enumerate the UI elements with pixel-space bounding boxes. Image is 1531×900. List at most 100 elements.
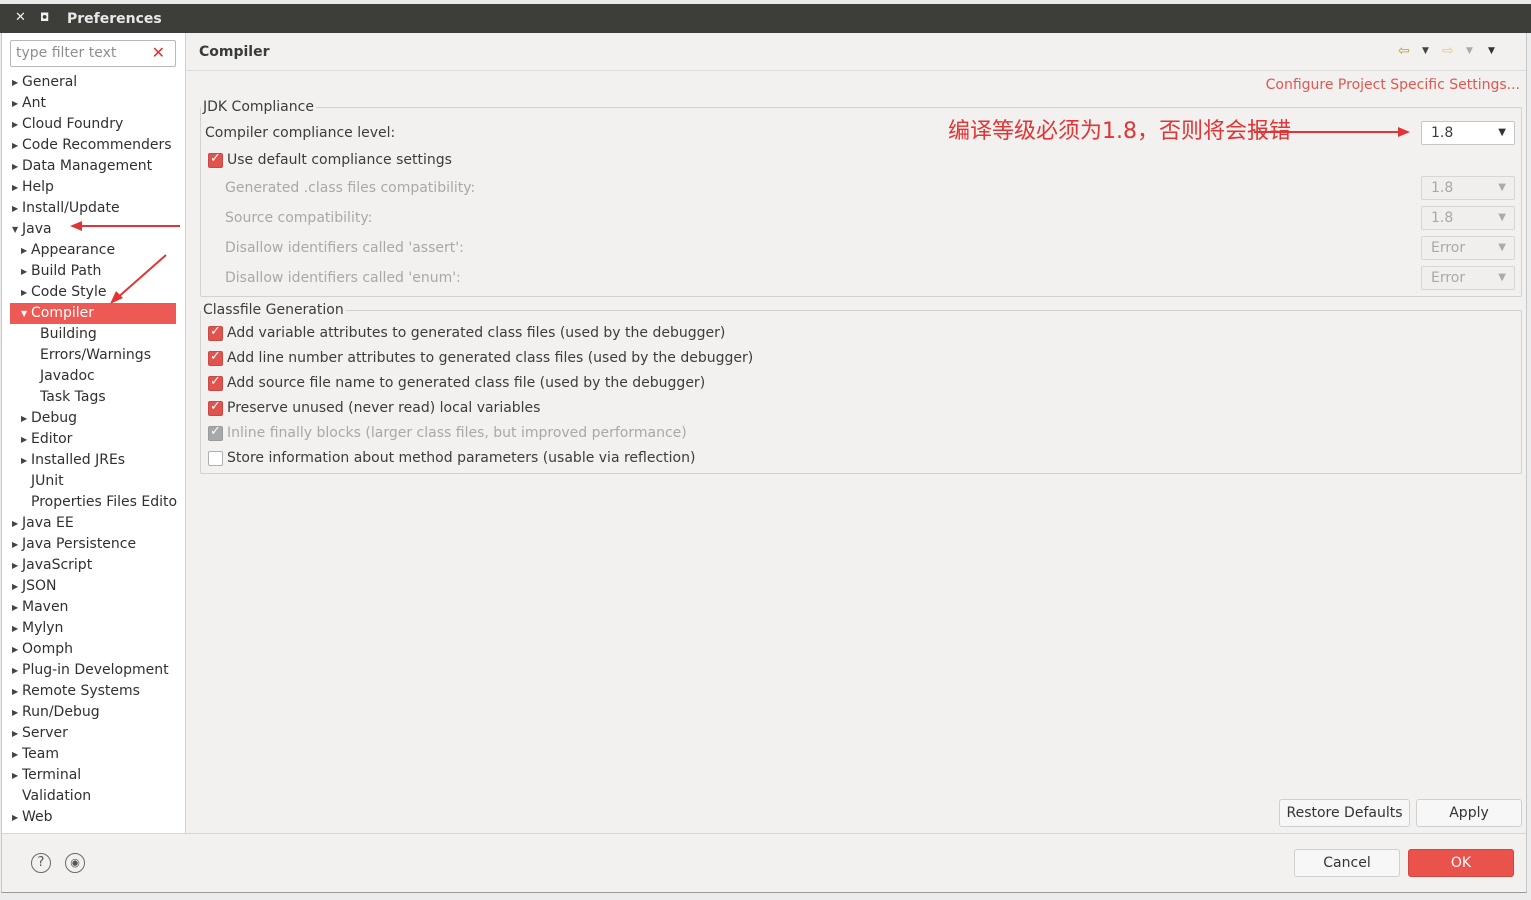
classfile-option-checkbox[interactable] bbox=[208, 424, 223, 441]
collapsed-arrow-icon[interactable]: ▶ bbox=[12, 576, 18, 597]
collapsed-arrow-icon[interactable]: ▶ bbox=[21, 450, 27, 471]
tree-item[interactable]: Javadoc bbox=[2, 366, 185, 387]
tree-item[interactable]: ▶ Oomph bbox=[2, 639, 185, 660]
collapsed-arrow-icon[interactable]: ▶ bbox=[12, 177, 18, 198]
tree-item-label: Help bbox=[22, 179, 54, 195]
tree-item-label: Build Path bbox=[31, 263, 102, 279]
back-arrow-icon[interactable]: ⇦ bbox=[1398, 43, 1410, 59]
collapsed-arrow-icon[interactable]: ▶ bbox=[12, 93, 18, 114]
tree-item[interactable]: ▶ Debug bbox=[2, 408, 185, 429]
tree-item[interactable]: JUnit bbox=[2, 471, 185, 492]
collapsed-arrow-icon[interactable]: ▶ bbox=[12, 807, 18, 828]
tree-item[interactable]: ▶ Editor bbox=[2, 429, 185, 450]
view-menu-icon[interactable]: ▼ bbox=[1488, 46, 1495, 56]
collapsed-arrow-icon[interactable]: ▶ bbox=[12, 681, 18, 702]
collapsed-arrow-icon[interactable]: ▶ bbox=[12, 765, 18, 786]
tree-item[interactable]: ▶ Maven bbox=[2, 597, 185, 618]
compliance-level-select[interactable]: 1.8 ▼ bbox=[1421, 121, 1515, 145]
maximize-window-icon[interactable]: ◘ bbox=[40, 11, 49, 24]
tree-item-label: Compiler bbox=[31, 305, 95, 321]
tree-item-label: Java EE bbox=[22, 515, 74, 531]
classfile-option-checkbox[interactable] bbox=[208, 349, 223, 366]
tree-item[interactable]: Properties Files Edito bbox=[2, 492, 185, 513]
collapsed-arrow-icon[interactable]: ▶ bbox=[21, 408, 27, 429]
collapsed-arrow-icon[interactable]: ▶ bbox=[21, 429, 27, 450]
tree-item[interactable]: ▶ Web bbox=[2, 807, 185, 828]
disallow-enum-select[interactable]: Error ▼ bbox=[1421, 266, 1515, 290]
window-title: Preferences bbox=[67, 11, 162, 27]
disallow-assert-select[interactable]: Error ▼ bbox=[1421, 236, 1515, 260]
tree-item[interactable]: ▶ Cloud Foundry bbox=[2, 114, 185, 135]
tree-item[interactable]: Task Tags bbox=[2, 387, 185, 408]
chevron-down-icon: ▼ bbox=[1498, 272, 1506, 283]
tree-item[interactable]: ▶ Help bbox=[2, 177, 185, 198]
collapsed-arrow-icon[interactable]: ▶ bbox=[12, 156, 18, 177]
generated-compat-select[interactable]: 1.8 ▼ bbox=[1421, 176, 1515, 200]
tree-item[interactable]: Validation bbox=[2, 786, 185, 807]
collapsed-arrow-icon[interactable]: ▶ bbox=[12, 597, 18, 618]
tree-item[interactable]: ▶ Run/Debug bbox=[2, 702, 185, 723]
close-window-icon[interactable]: ✕ bbox=[15, 10, 26, 25]
tree-item[interactable]: ▶ Ant bbox=[2, 93, 185, 114]
import-export-icon[interactable]: ◉ bbox=[65, 853, 85, 873]
use-default-compliance-checkbox[interactable] bbox=[208, 151, 223, 168]
tree-item[interactable]: ▶ Plug-in Development bbox=[2, 660, 185, 681]
configure-project-settings-link[interactable]: Configure Project Specific Settings... bbox=[1266, 77, 1520, 93]
collapsed-arrow-icon[interactable]: ▶ bbox=[12, 135, 18, 156]
cancel-button[interactable]: Cancel bbox=[1294, 849, 1400, 877]
collapsed-arrow-icon[interactable]: ▶ bbox=[21, 240, 27, 261]
classfile-option-checkbox[interactable] bbox=[208, 324, 223, 341]
filter-input[interactable] bbox=[16, 41, 146, 65]
restore-defaults-button[interactable]: Restore Defaults bbox=[1279, 799, 1410, 827]
tree-item-label: Validation bbox=[22, 788, 92, 804]
tree-item[interactable]: ▶ Mylyn bbox=[2, 618, 185, 639]
tree-item[interactable]: ▶ General bbox=[2, 72, 185, 93]
classfile-option-checkbox[interactable] bbox=[208, 374, 223, 391]
collapsed-arrow-icon[interactable]: ▶ bbox=[21, 282, 27, 303]
tree-item-label: Building bbox=[40, 326, 97, 342]
expanded-arrow-icon[interactable]: ▼ bbox=[12, 219, 18, 240]
back-history-dropdown-icon[interactable]: ▼ bbox=[1422, 46, 1429, 56]
tree-item[interactable]: Building bbox=[2, 324, 185, 345]
title-bar: ✕ ◘ Preferences bbox=[0, 4, 1531, 33]
collapsed-arrow-icon[interactable]: ▶ bbox=[12, 114, 18, 135]
tree-item[interactable]: ▶ Java Persistence bbox=[2, 534, 185, 555]
forward-arrow-icon[interactable]: ⇨ bbox=[1442, 43, 1454, 59]
expanded-arrow-icon[interactable]: ▼ bbox=[21, 303, 27, 324]
generated-compat-value: 1.8 bbox=[1431, 180, 1454, 196]
source-compat-select[interactable]: 1.8 ▼ bbox=[1421, 206, 1515, 230]
clear-filter-icon[interactable]: ✕ bbox=[152, 43, 165, 62]
tree-item[interactable]: ▶ JavaScript bbox=[2, 555, 185, 576]
collapsed-arrow-icon[interactable]: ▶ bbox=[12, 723, 18, 744]
classfile-option-checkbox[interactable] bbox=[208, 451, 223, 466]
collapsed-arrow-icon[interactable]: ▶ bbox=[12, 198, 18, 219]
tree-item[interactable]: ▶ Remote Systems bbox=[2, 681, 185, 702]
tree-item[interactable]: ▶ Server bbox=[2, 723, 185, 744]
help-icon[interactable]: ? bbox=[31, 853, 51, 873]
tree-item[interactable]: ▶ Terminal bbox=[2, 765, 185, 786]
collapsed-arrow-icon[interactable]: ▶ bbox=[12, 702, 18, 723]
tree-item[interactable]: ▶ Java EE bbox=[2, 513, 185, 534]
collapsed-arrow-icon[interactable]: ▶ bbox=[12, 639, 18, 660]
forward-history-dropdown-icon[interactable]: ▼ bbox=[1466, 46, 1473, 56]
tree-item[interactable]: ▶ JSON bbox=[2, 576, 185, 597]
collapsed-arrow-icon[interactable]: ▶ bbox=[12, 534, 18, 555]
classfile-option-checkbox[interactable] bbox=[208, 399, 223, 416]
tree-item[interactable]: ▶ Installed JREs bbox=[2, 450, 185, 471]
ok-button[interactable]: OK bbox=[1408, 849, 1514, 877]
collapsed-arrow-icon[interactable]: ▶ bbox=[12, 618, 18, 639]
tree-item[interactable]: ▶ Install/Update bbox=[2, 198, 185, 219]
tree-item[interactable]: ▶ Code Recommenders bbox=[2, 135, 185, 156]
collapsed-arrow-icon[interactable]: ▶ bbox=[12, 660, 18, 681]
collapsed-arrow-icon[interactable]: ▶ bbox=[12, 513, 18, 534]
tree-item[interactable]: Errors/Warnings bbox=[2, 345, 185, 366]
collapsed-arrow-icon[interactable]: ▶ bbox=[12, 72, 18, 93]
tree-item[interactable]: ▶ Data Management bbox=[2, 156, 185, 177]
annotation-text: 编译等级必须为1.8，否则将会报错 bbox=[948, 119, 1291, 144]
tree-item[interactable]: ▶ Team bbox=[2, 744, 185, 765]
collapsed-arrow-icon[interactable]: ▶ bbox=[12, 555, 18, 576]
tree-item-label: Task Tags bbox=[40, 389, 106, 405]
apply-button[interactable]: Apply bbox=[1416, 799, 1522, 827]
collapsed-arrow-icon[interactable]: ▶ bbox=[12, 744, 18, 765]
collapsed-arrow-icon[interactable]: ▶ bbox=[21, 261, 27, 282]
